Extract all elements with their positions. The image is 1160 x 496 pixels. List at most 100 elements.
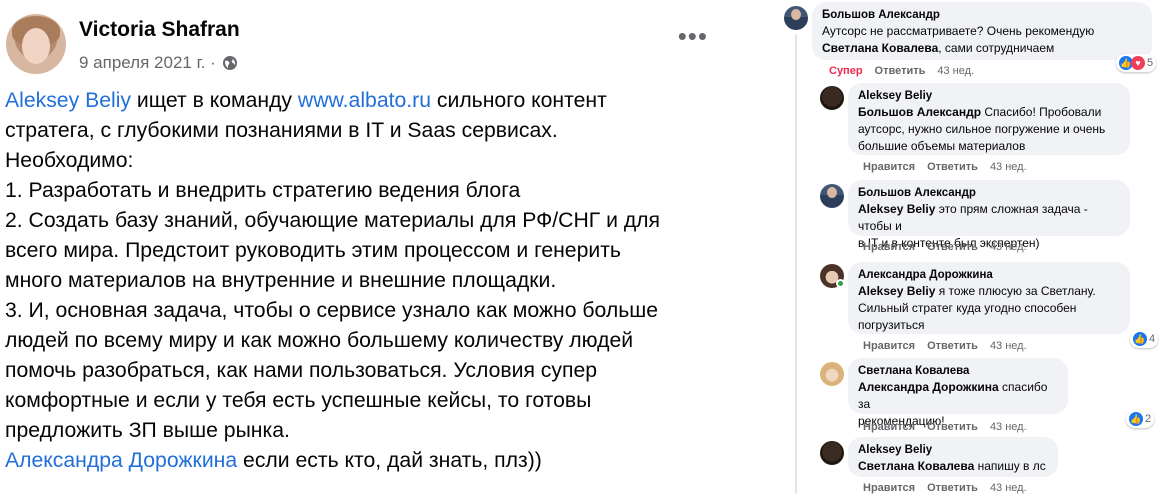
post-text-segment: ищет в команду	[131, 89, 298, 112]
commenter-name[interactable]: Александра Дорожкина	[858, 268, 1120, 283]
post-text-segment: всего мира. Предстоит руководить этим пр…	[5, 239, 621, 262]
commenter-name[interactable]: Светлана Ковалева	[858, 364, 1058, 379]
comment-time[interactable]: 43 нед.	[990, 161, 1027, 173]
reaction-number: 5	[1147, 57, 1154, 69]
commenter-avatar[interactable]	[820, 184, 844, 208]
post-text-segment: помочь разобраться, как нами пользоватьс…	[5, 359, 598, 382]
comment-mention[interactable]: Большов Александр	[858, 105, 981, 119]
post-text-segment: Необходимо:	[5, 149, 134, 172]
post-text-line: много материалов на внутренние и внешние…	[5, 266, 755, 296]
commenter-name[interactable]: Aleksey Beliy	[858, 89, 1120, 104]
post-text-line: стратега, с глубокими познаниями в IT и …	[5, 116, 755, 146]
comments-section: Большов Александр Аутсорс не рассматрива…	[784, 0, 1160, 496]
like-button[interactable]: Нравится	[863, 161, 915, 173]
reply-button[interactable]: Ответить	[927, 161, 978, 173]
comment-text: погрузиться	[858, 318, 925, 332]
commenter-avatar[interactable]	[820, 362, 844, 386]
post-text-line: комфортные и если у тебя есть успешные к…	[5, 386, 755, 416]
post-author-name[interactable]: Victoria Shafran	[79, 18, 240, 42]
post-text-segment: сильного контент	[431, 89, 607, 112]
like-button[interactable]: Нравится	[863, 241, 915, 253]
like-icon: 👍	[1129, 412, 1143, 426]
post-meta: 9 апреля 2021 г. ·	[79, 53, 238, 73]
comment-text: большие объемы материалов	[858, 139, 1026, 153]
commenter-name[interactable]: Большов Александр	[822, 8, 1142, 23]
post-text-segment: комфортные и если у тебя есть успешные к…	[5, 389, 592, 412]
comment-text: я тоже плюсую за Светлану.	[935, 284, 1096, 298]
thread-line	[795, 34, 797, 494]
commenter-name[interactable]: Большов Александр	[858, 186, 1120, 201]
post-header: Victoria Shafran 9 апреля 2021 г. · •••	[6, 8, 766, 74]
post-link[interactable]: www.albato.ru	[298, 89, 431, 112]
post-text: Aleksey Beliy ищет в команду www.albato.…	[5, 86, 755, 476]
comment-bubble: Большов Александр Аутсорс не рассматрива…	[812, 2, 1152, 60]
comment-bubble: Aleksey Beliy Большов Александр Спасибо!…	[848, 83, 1130, 155]
commenter-avatar[interactable]	[820, 441, 844, 465]
love-icon: ♥	[1131, 56, 1145, 70]
comment-time[interactable]: 43 нед.	[990, 340, 1027, 352]
comment-bubble: Александра Дорожкина Aleksey Beliy я тож…	[848, 262, 1130, 334]
comment-actions: Нравится Ответить 43 нед.	[863, 161, 1027, 173]
post-text-segment: 1. Разработать и внедрить стратегию веде…	[5, 179, 521, 202]
comment-bubble: Aleksey Beliy Светлана Ковалева напишу в…	[848, 437, 1058, 477]
reaction-count[interactable]: 👍 2	[1126, 410, 1155, 428]
commenter-avatar[interactable]	[784, 6, 808, 30]
comment-mention[interactable]: Aleksey Beliy	[858, 202, 935, 216]
post-text-line: помочь разобраться, как нами пользоватьс…	[5, 356, 755, 386]
comment-time[interactable]: 43 нед.	[937, 65, 974, 77]
reaction-number: 4	[1149, 333, 1156, 345]
post-text-line: всего мира. Предстоит руководить этим пр…	[5, 236, 755, 266]
author-avatar[interactable]	[6, 14, 66, 74]
post-text-segment: много материалов на внутренние и внешние…	[5, 269, 557, 292]
post-text-segment: предложить ЗП выше рынка.	[5, 419, 290, 442]
comment-text: Спасибо! Пробовали	[981, 105, 1102, 119]
like-button[interactable]: Нравится	[863, 482, 915, 494]
comment-actions: Нравится Ответить 43 нед.	[863, 340, 1027, 352]
post: Victoria Shafran 9 апреля 2021 г. · ••• …	[0, 0, 770, 496]
comment-mention[interactable]: Светлана Ковалева	[822, 41, 938, 55]
comment-text: напишу в лс	[974, 459, 1046, 473]
comment-time[interactable]: 43 нед.	[990, 241, 1027, 253]
like-button[interactable]: Нравится	[863, 421, 915, 433]
reply-button[interactable]: Ответить	[927, 421, 978, 433]
globe-icon	[222, 56, 237, 70]
comment-time[interactable]: 43 нед.	[990, 421, 1027, 433]
post-text-segment: людей по всему миру и как можно большему…	[5, 329, 634, 352]
post-link[interactable]: Александра Дорожкина	[5, 449, 237, 472]
reaction-number: 2	[1145, 413, 1152, 425]
post-text-line: 1. Разработать и внедрить стратегию веде…	[5, 176, 755, 206]
like-button[interactable]: Нравится	[863, 340, 915, 352]
commenter-name[interactable]: Aleksey Beliy	[858, 443, 1048, 458]
comment-text: Сильный стратег куда угодно способен	[858, 301, 1077, 315]
reaction-count[interactable]: 👍 ♥ 5	[1116, 54, 1157, 72]
post-date[interactable]: 9 апреля 2021 г. ·	[79, 53, 216, 73]
comment-text: , сами сотрудничаем	[938, 41, 1055, 55]
reaction-button[interactable]: Супер	[829, 65, 863, 77]
post-text-line: Необходимо:	[5, 146, 755, 176]
comment-bubble: Большов Александр Aleksey Beliy это прям…	[848, 180, 1130, 250]
reaction-count[interactable]: 👍 4	[1130, 330, 1159, 348]
comment-mention[interactable]: Светлана Ковалева	[858, 459, 974, 473]
post-text-line: Aleksey Beliy ищет в команду www.albato.…	[5, 86, 755, 116]
post-text-line: Александра Дорожкина если есть кто, дай …	[5, 446, 755, 476]
comment-text: Аутсорс не рассматриваете? Очень рекомен…	[822, 24, 1095, 38]
comment-mention[interactable]: Александра Дорожкина	[858, 380, 999, 394]
post-text-segment: если есть кто, дай знать, плз))	[237, 449, 542, 472]
comment-actions: Нравится Ответить 43 нед.	[863, 241, 1027, 253]
post-text-line: 2. Создать базу знаний, обучающие матери…	[5, 206, 755, 236]
commenter-avatar[interactable]	[820, 86, 844, 110]
post-text-line: людей по всему миру и как можно большему…	[5, 326, 755, 356]
post-link[interactable]: Aleksey Beliy	[5, 89, 131, 112]
comment-actions: Нравится Ответить 43 нед.	[863, 421, 1027, 433]
online-indicator	[836, 279, 845, 288]
reply-button[interactable]: Ответить	[927, 241, 978, 253]
more-options-icon[interactable]: •••	[678, 23, 708, 49]
comment-text: аутсорс, нужно сильное погружение и очен…	[858, 122, 1106, 136]
comment-mention[interactable]: Aleksey Beliy	[858, 284, 935, 298]
comment-actions: Супер Ответить 43 нед.	[829, 65, 974, 77]
comment-time[interactable]: 43 нед.	[990, 482, 1027, 494]
reply-button[interactable]: Ответить	[927, 482, 978, 494]
comment-actions: Нравится Ответить 43 нед.	[863, 482, 1027, 494]
reply-button[interactable]: Ответить	[927, 340, 978, 352]
reply-button[interactable]: Ответить	[875, 65, 926, 77]
